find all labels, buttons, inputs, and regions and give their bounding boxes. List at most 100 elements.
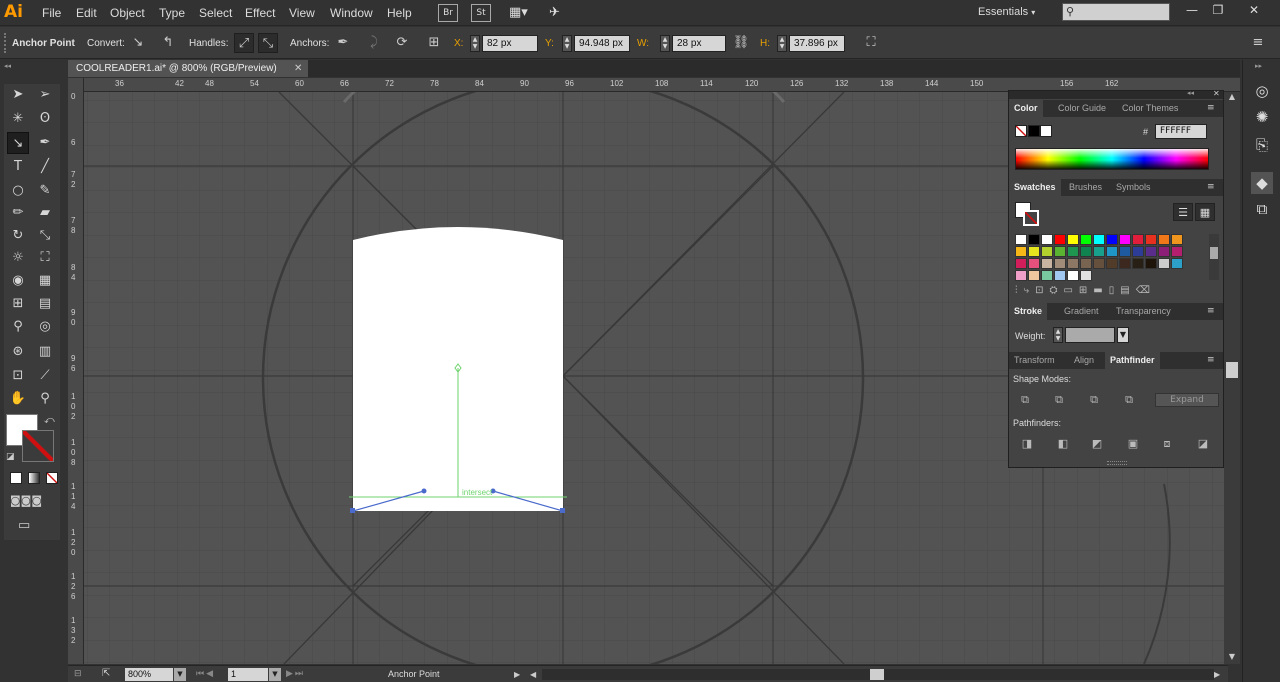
tab-align[interactable]: Align — [1069, 352, 1099, 369]
scroll-thumb[interactable] — [1226, 362, 1238, 378]
connect-anchors-icon[interactable]: ⤸ — [364, 33, 384, 53]
w-field[interactable]: 28 px — [672, 35, 726, 52]
gradient-mode-icon[interactable] — [28, 472, 40, 484]
zoom-tool-icon[interactable]: ⚲ — [34, 388, 56, 410]
color-swatch[interactable] — [1093, 258, 1105, 269]
tab-transform[interactable]: Transform — [1009, 352, 1060, 369]
tab-symbols[interactable]: Symbols — [1111, 179, 1156, 196]
color-swatch[interactable] — [1067, 258, 1079, 269]
color-swatch[interactable] — [1080, 270, 1092, 281]
color-swatch[interactable] — [1041, 270, 1053, 281]
color-swatch[interactable] — [1119, 246, 1131, 257]
color-swatch[interactable] — [1028, 270, 1040, 281]
search-input[interactable]: ⚲ — [1062, 3, 1170, 21]
color-swatch[interactable] — [1067, 246, 1079, 257]
artboard-tool-icon[interactable]: ⊡ — [7, 365, 29, 387]
minus-back-icon[interactable]: ◪ — [1195, 437, 1211, 451]
artboard-field[interactable]: 1 — [228, 668, 268, 681]
color-spectrum[interactable] — [1015, 148, 1209, 170]
hex-input[interactable]: FFFFFF — [1155, 124, 1207, 139]
tab-color[interactable]: Color — [1009, 100, 1043, 117]
eyedropper-tool-icon[interactable]: ⚲ — [7, 316, 29, 338]
rotate-tool-icon[interactable]: ↻ — [7, 225, 29, 247]
minimize-button[interactable]: — — [1180, 2, 1204, 18]
color-swatch[interactable] — [1158, 234, 1170, 245]
swatch-scrollbar[interactable] — [1209, 234, 1219, 280]
gpu-performance-icon[interactable]: ✈ — [549, 4, 569, 22]
color-swatch[interactable] — [1028, 246, 1040, 257]
color-swatch[interactable] — [1067, 234, 1079, 245]
column-graph-tool-icon[interactable]: ▥ — [34, 341, 56, 363]
mesh-tool-icon[interactable]: ⊞ — [7, 293, 29, 315]
bridge-button[interactable]: Br — [438, 4, 458, 22]
color-swatch[interactable] — [1106, 258, 1118, 269]
x-field[interactable]: 82 px — [482, 35, 538, 52]
tab-swatches[interactable]: Swatches — [1009, 179, 1061, 196]
color-swatch[interactable] — [1093, 234, 1105, 245]
hide-handles-icon[interactable]: ⤡ — [258, 33, 278, 53]
hscroll-left-icon[interactable]: ◀ — [530, 668, 540, 681]
scroll-up-icon[interactable]: ▲ — [1226, 92, 1238, 102]
color-swatch[interactable] — [1041, 258, 1053, 269]
layers-icon[interactable]: ◆ — [1251, 172, 1273, 194]
color-swatch[interactable] — [1080, 258, 1092, 269]
tab-stroke[interactable]: Stroke — [1009, 303, 1048, 320]
tab-color-themes[interactable]: Color Themes — [1117, 100, 1183, 117]
stroke-color-swatch[interactable] — [22, 430, 54, 462]
y-spinner[interactable]: ▲ ▼ — [562, 35, 572, 52]
type-tool-icon[interactable]: T — [7, 156, 29, 178]
drawing-modes-icon[interactable]: ◙◙◙ — [10, 494, 58, 508]
screen-mode-icon[interactable]: ▭ — [18, 518, 42, 534]
document-tab[interactable]: COOLREADER1.ai* @ 800% (RGB/Preview) — [68, 60, 308, 77]
collapse-toolbox-icon[interactable]: ◂◂ — [4, 62, 60, 70]
color-mode-icon[interactable] — [10, 472, 22, 484]
horizontal-scrollbar[interactable] — [542, 669, 1214, 680]
menu-object[interactable]: Object — [110, 4, 145, 22]
menu-help[interactable]: Help — [387, 4, 412, 22]
scroll-down-icon[interactable]: ▼ — [1226, 652, 1238, 662]
weight-dropdown-icon[interactable]: ▼ — [1117, 327, 1129, 343]
gradient-tool-icon[interactable]: ▤ — [34, 293, 56, 315]
y-field[interactable]: 94.948 px — [574, 35, 630, 52]
slice-tool-icon[interactable]: ⟋ — [34, 365, 56, 387]
color-swatch[interactable] — [1028, 234, 1040, 245]
zoom-dropdown-icon[interactable]: ▼ — [174, 668, 186, 681]
magic-wand-tool-icon[interactable]: ✳ — [7, 108, 29, 130]
line-tool-icon[interactable]: ╱ — [34, 156, 56, 178]
hscroll-right-icon[interactable]: ▶ — [1214, 668, 1224, 681]
color-swatch[interactable] — [1093, 246, 1105, 257]
scale-tool-icon[interactable]: ⤡ — [34, 225, 56, 247]
color-swatch[interactable] — [1145, 246, 1157, 257]
artboard-dropdown-icon[interactable]: ▼ — [269, 668, 281, 681]
color-swatch[interactable] — [1080, 234, 1092, 245]
color-swatch[interactable] — [1119, 234, 1131, 245]
color-swatch[interactable] — [1158, 246, 1170, 257]
color-wheel-icon[interactable]: ✺ — [1251, 106, 1273, 128]
color-swatch[interactable] — [1041, 234, 1053, 245]
color-swatch[interactable] — [1015, 246, 1027, 257]
color-swatch[interactable] — [1132, 246, 1144, 257]
menu-window[interactable]: Window — [330, 4, 373, 22]
cc-libraries-icon[interactable]: ⊟ — [74, 667, 96, 681]
show-handles-icon[interactable]: ⤢ — [234, 33, 254, 53]
tab-pathfinder[interactable]: Pathfinder — [1105, 352, 1160, 369]
color-swatch[interactable] — [1158, 258, 1170, 269]
tab-gradient[interactable]: Gradient — [1059, 303, 1104, 320]
minus-front-icon[interactable]: ⧉ — [1051, 393, 1067, 407]
close-button[interactable]: ✕ — [1242, 2, 1266, 18]
cut-path-icon[interactable]: ⟳ — [392, 33, 412, 53]
symbol-sprayer-tool-icon[interactable]: ⊛ — [7, 341, 29, 363]
trim-icon[interactable]: ◧ — [1055, 437, 1071, 451]
swatch-grid[interactable] — [1015, 234, 1197, 281]
expand-button[interactable]: Expand — [1155, 393, 1219, 407]
blend-tool-icon[interactable]: ◎ — [34, 316, 56, 338]
menu-edit[interactable]: Edit — [76, 4, 97, 22]
h-spinner[interactable]: ▲ ▼ — [777, 35, 787, 52]
color-swatch[interactable] — [1041, 246, 1053, 257]
color-swatch[interactable] — [1145, 258, 1157, 269]
x-spinner[interactable]: ▲ ▼ — [470, 35, 480, 52]
vertical-scrollbar[interactable]: ▲ ▼ — [1224, 92, 1240, 664]
zoom-field[interactable]: 800% — [125, 668, 173, 681]
tab-color-guide[interactable]: Color Guide — [1053, 100, 1111, 117]
panel-menu-icon[interactable]: ≡ — [1207, 354, 1219, 366]
